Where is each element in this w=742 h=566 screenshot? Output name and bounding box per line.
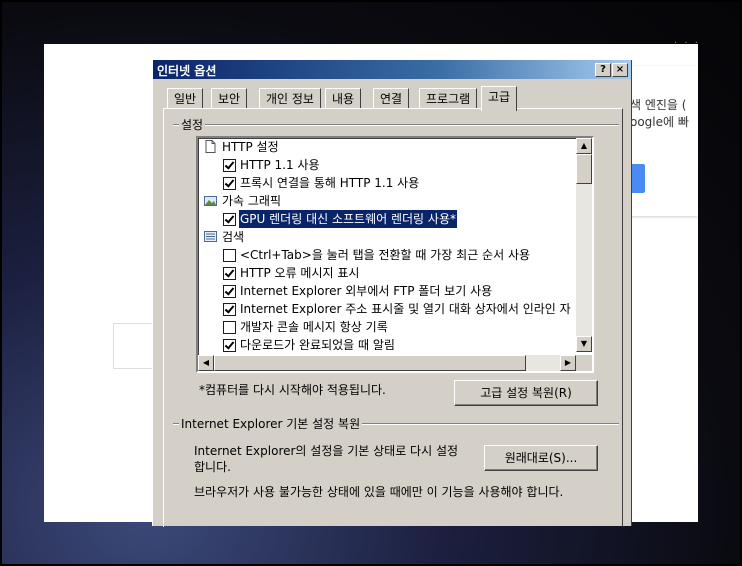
category-http-label: HTTP 설정 bbox=[222, 140, 279, 154]
horizontal-scrollbar[interactable]: ◀ ▶ bbox=[198, 355, 576, 371]
settings-group-label: 설정 bbox=[179, 116, 206, 133]
settings-group-line bbox=[173, 124, 619, 126]
page-icon bbox=[205, 140, 216, 153]
ctrl-tab-checkbox[interactable] bbox=[223, 249, 236, 262]
software-rendering-checkbox[interactable] bbox=[223, 213, 236, 226]
http-error-label[interactable]: HTTP 오류 메시지 표시 bbox=[240, 264, 359, 282]
settings-list[interactable]: HTTP 설정 HTTP 1.1 사용 프록시 연결을 통해 HTTP 1.1 … bbox=[196, 136, 594, 373]
help-button[interactable]: ? bbox=[595, 63, 611, 77]
restore-advanced-button[interactable]: 고급 설정 복원(R) bbox=[454, 380, 598, 406]
scroll-up-icon[interactable]: ▲ bbox=[576, 138, 592, 154]
category-graphics-label: 가속 그래픽 bbox=[222, 194, 282, 208]
scroll-right-icon[interactable]: ▶ bbox=[560, 355, 576, 371]
reset-warning: 브라우저가 사용 불가능한 상태에 있을 때에만 이 기능을 사용해야 합니다. bbox=[194, 485, 564, 499]
http11-label[interactable]: HTTP 1.1 사용 bbox=[240, 156, 320, 174]
tab-privacy[interactable]: 개인 정보 bbox=[259, 88, 321, 109]
ctrl-tab-label[interactable]: <Ctrl+Tab>을 눌러 탭을 전환할 때 가장 최근 순서 사용 bbox=[240, 246, 530, 264]
internet-options-dialog: 인터넷 옵션 ? × 일반 보안 개인 정보 내용 연결 프로그램 고급 설정 … bbox=[152, 60, 632, 527]
restart-note: *컴퓨터를 다시 시작해야 적용됩니다. bbox=[199, 383, 386, 397]
ftp-folder-checkbox[interactable] bbox=[223, 285, 236, 298]
inline-autocomplete-checkbox[interactable] bbox=[223, 303, 236, 316]
proxy-http11-checkbox[interactable] bbox=[223, 177, 236, 190]
reset-button[interactable]: 원래대로(S)... bbox=[484, 445, 598, 471]
background-text-google: oogle에 빠 bbox=[630, 115, 689, 129]
download-notify-label[interactable]: 다운로드가 완료되었을 때 알림 bbox=[240, 336, 395, 354]
dialog-titlebar: 인터넷 옵션 ? × bbox=[153, 60, 631, 79]
tab-content[interactable]: 내용 bbox=[325, 88, 362, 109]
scroll-down-icon[interactable]: ▼ bbox=[576, 336, 592, 352]
software-rendering-label[interactable]: GPU 렌더링 대신 소프트웨어 렌더링 사용* bbox=[238, 209, 458, 229]
download-notify-checkbox[interactable] bbox=[223, 339, 236, 352]
inline-autocomplete-label[interactable]: Internet Explorer 주소 표시줄 및 열기 대화 상자에서 인라… bbox=[240, 300, 571, 318]
list-icon bbox=[204, 231, 217, 242]
tab-programs[interactable]: 프로그램 bbox=[419, 88, 478, 109]
dev-console-checkbox[interactable] bbox=[223, 321, 236, 334]
tab-advanced[interactable]: 고급 bbox=[481, 86, 518, 111]
tab-general[interactable]: 일반 bbox=[167, 88, 204, 109]
background-text-search-engine: 색 엔진을 ( bbox=[630, 98, 687, 112]
scroll-left-icon[interactable]: ◀ bbox=[198, 355, 214, 371]
image-icon bbox=[204, 196, 217, 206]
ftp-folder-label[interactable]: Internet Explorer 외부에서 FTP 폴더 보기 사용 bbox=[240, 282, 492, 300]
horizontal-scroll-thumb[interactable] bbox=[214, 355, 526, 371]
dialog-title: 인터넷 옵션 bbox=[157, 64, 217, 78]
vertical-scrollbar[interactable]: ▲ ▼ bbox=[576, 138, 592, 352]
proxy-http11-label[interactable]: 프록시 연결을 통해 HTTP 1.1 사용 bbox=[240, 174, 419, 192]
reset-description-line2: 합니다. bbox=[194, 460, 231, 474]
dev-console-label[interactable]: 개발자 콘솔 메시지 항상 기록 bbox=[240, 318, 388, 336]
category-search-label: 검색 bbox=[222, 230, 245, 244]
page-marks: · · · bbox=[674, 38, 700, 49]
reset-group-label: Internet Explorer 기본 설정 복원 bbox=[179, 415, 363, 432]
tab-security[interactable]: 보안 bbox=[211, 88, 248, 109]
close-button[interactable]: × bbox=[612, 63, 628, 77]
vertical-scroll-thumb[interactable] bbox=[576, 154, 592, 184]
http-error-checkbox[interactable] bbox=[223, 267, 236, 280]
http11-checkbox[interactable] bbox=[223, 159, 236, 172]
tab-connections[interactable]: 연결 bbox=[373, 88, 410, 109]
scrollbar-corner bbox=[576, 355, 592, 371]
background-card bbox=[625, 66, 698, 216]
reset-description-line1: Internet Explorer의 설정을 기본 상태로 다시 설정 bbox=[194, 444, 459, 458]
